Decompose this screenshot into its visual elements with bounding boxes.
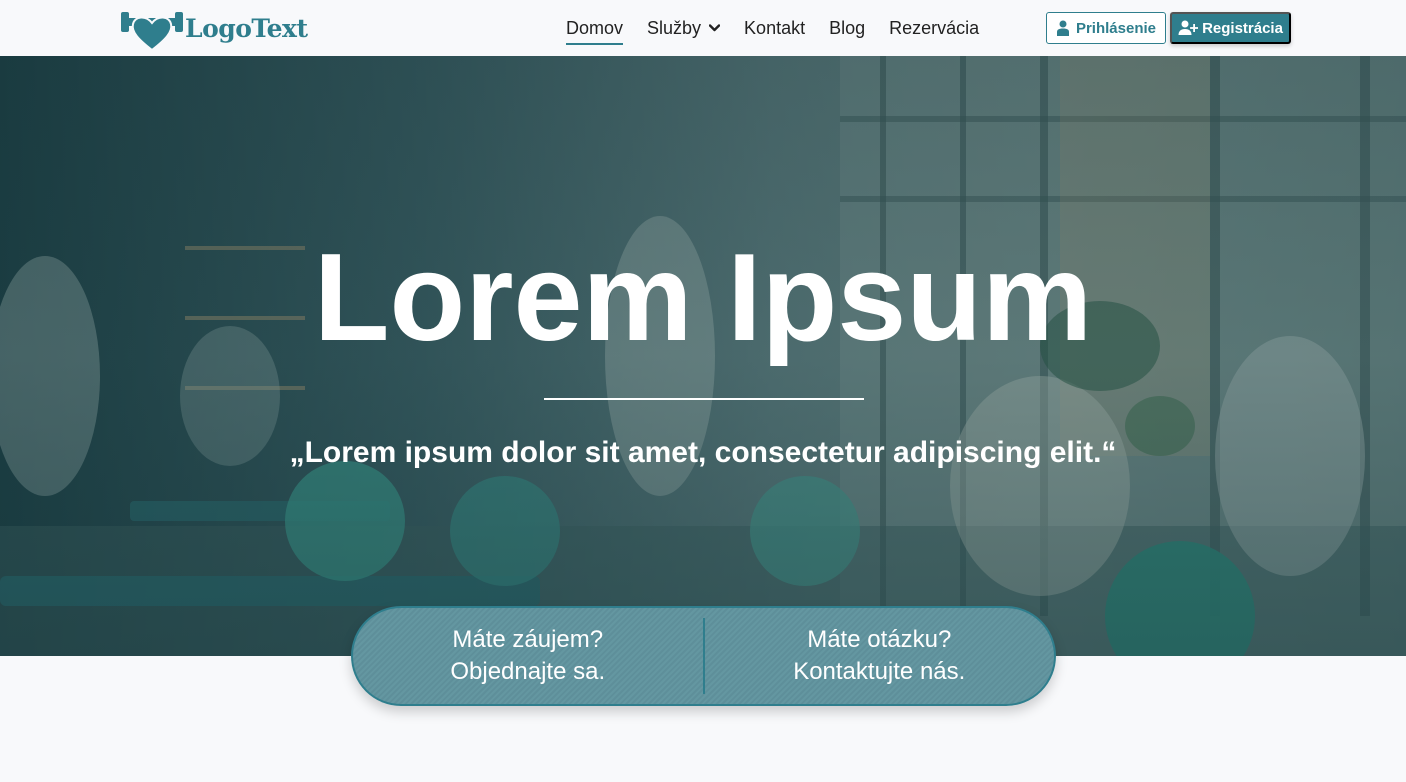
nav-item-blog[interactable]: Blog: [829, 18, 865, 39]
main-nav: Domov Služby Kontakt Blog Rezervácia: [566, 0, 1003, 56]
nav-item-kontakt[interactable]: Kontakt: [744, 18, 805, 39]
chevron-down-icon: [709, 24, 721, 32]
cta-contact-line1: Máte otázku?: [807, 626, 952, 653]
logo[interactable]: LogoText: [119, 4, 308, 52]
hero-divider: [544, 398, 864, 400]
nav-item-sluzby[interactable]: Služby: [647, 17, 721, 39]
nav-item-domov[interactable]: Domov: [566, 18, 624, 45]
cta-contact-button[interactable]: Máte otázku? Kontaktujte nás.: [705, 608, 1055, 704]
heart-dumbbell-logo-icon: [121, 12, 183, 52]
register-button[interactable]: Registrácia: [1170, 12, 1291, 44]
cta-order-button[interactable]: Máte záujem? Objednajte sa.: [353, 608, 703, 704]
user-plus-icon: [1178, 20, 1199, 35]
login-button[interactable]: Prihlásenie: [1046, 12, 1166, 44]
cta-contact-line2: Kontaktujte nás.: [793, 658, 966, 685]
hero-title: Lorem Ipsum: [313, 229, 1093, 367]
login-button-label: Prihlásenie: [1075, 19, 1157, 37]
nav-item-rezervacia[interactable]: Rezervácia: [889, 18, 979, 39]
navbar: LogoText Domov Služby Kontakt Blog Rezer…: [0, 0, 1406, 56]
cta-order-line2: Objednajte sa.: [450, 658, 606, 685]
hero-section: Lorem Ipsum „Lorem ipsum dolor sit amet,…: [0, 56, 1406, 656]
nav-item-sluzby-label: Služby: [647, 17, 702, 38]
register-button-label: Registrácia: [1202, 19, 1283, 37]
logo-text: LogoText: [185, 13, 308, 43]
cta-pill: Máte záujem? Objednajte sa. Máte otázku?…: [351, 606, 1056, 706]
hero-quote: „Lorem ipsum dolor sit amet, consectetur…: [289, 436, 1117, 469]
user-icon: [1056, 20, 1069, 36]
cta-order-line1: Máte záujem?: [452, 626, 604, 653]
